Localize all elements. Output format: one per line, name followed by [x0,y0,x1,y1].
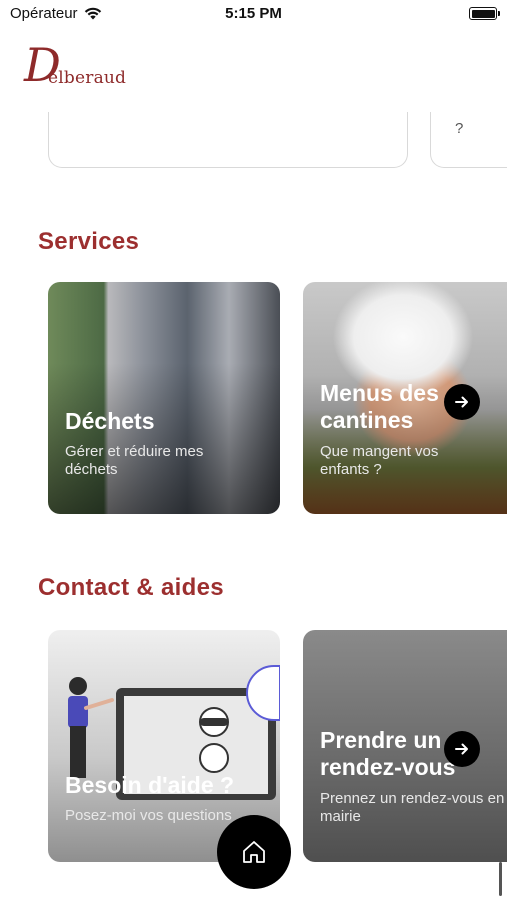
partial-card-2-text: ? [455,120,464,137]
contact-title: Contact & aides [38,574,224,601]
card-dechets-title: Déchets [65,408,155,434]
app-logo[interactable]: D elberaud [24,38,144,98]
card-menus-arrow-button[interactable] [444,384,480,420]
card-dechets[interactable]: Déchets Gérer et réduire mes déchets [48,282,280,514]
card-dechets-subtitle: Gérer et réduire mes déchets [65,443,204,478]
battery-icon [469,7,500,20]
card-rendez-vous[interactable]: Prendre un rendez-vous Prennez un rendez… [303,630,507,862]
status-bar: Opérateur 5:15 PM [0,0,507,30]
home-icon [243,841,265,863]
partial-card-2[interactable]: ? [430,112,507,168]
arrow-right-icon [455,743,468,755]
card-menus-cantines[interactable]: Menus des cantines Que mangent vos enfan… [303,282,507,514]
scroll-indicator[interactable] [499,862,502,896]
card-menus-subtitle: Que mangent vos enfants ? [320,443,439,478]
card-aide-title: Besoin d'aide ? [65,772,235,798]
services-title: Services [38,228,140,255]
arrow-right-icon [455,396,468,408]
home-button[interactable] [217,815,291,889]
card-rdv-arrow-button[interactable] [444,731,480,767]
status-time: 5:15 PM [225,5,282,22]
logo-text: elberaud [48,68,127,88]
partial-card-1[interactable] [48,112,408,168]
card-rdv-subtitle: Prennez un rendez-vous en mairie [320,790,505,825]
